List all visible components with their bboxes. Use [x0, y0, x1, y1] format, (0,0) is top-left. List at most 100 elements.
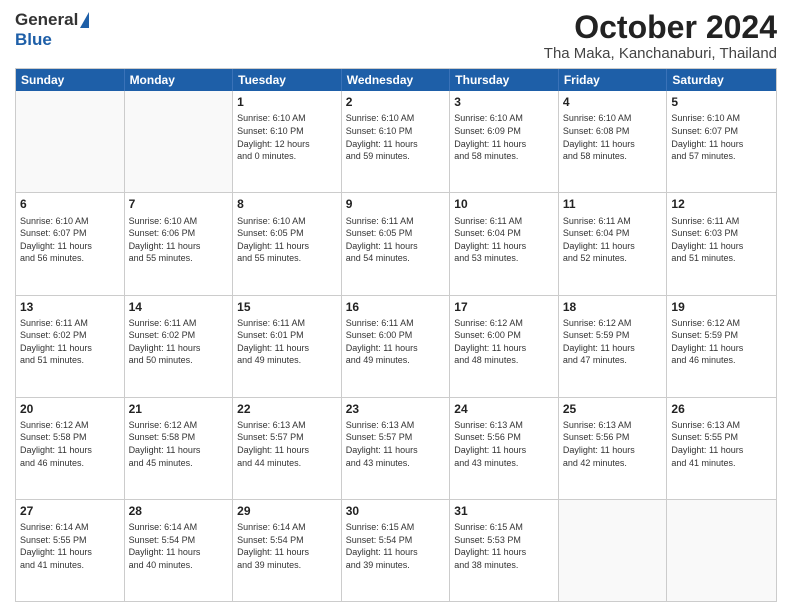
day-number: 20 — [20, 401, 120, 417]
calendar-cell: 26Sunrise: 6:13 AM Sunset: 5:55 PM Dayli… — [667, 398, 776, 499]
day-number: 12 — [671, 196, 772, 212]
day-number: 19 — [671, 299, 772, 315]
calendar-cell: 6 Sunrise: 6:10 AM Sunset: 6:07 PM Daylig… — [16, 193, 125, 294]
calendar-row: 1 Sunrise: 6:10 AM Sunset: 6:10 PM Daylig… — [16, 91, 776, 192]
calendar: SundayMondayTuesdayWednesdayThursdayFrid… — [15, 68, 777, 602]
day-number: 29 — [237, 503, 337, 519]
day-number: 6 — [20, 196, 120, 212]
day-number: 27 — [20, 503, 120, 519]
day-number: 9 — [346, 196, 446, 212]
calendar-cell: 31 Sunrise: 6:15 AM Sunset: 5:53 PM Dayli… — [450, 500, 559, 601]
day-info: Sunrise: 6:10 AM Sunset: 6:07 PM Dayligh… — [20, 215, 120, 265]
day-number: 26 — [671, 401, 772, 417]
calendar-cell: 20 Sunrise: 6:12 AM Sunset: 5:58 PM Dayli… — [16, 398, 125, 499]
day-number: 24 — [454, 401, 554, 417]
day-number: 16 — [346, 299, 446, 315]
calendar-cell: 19 Sunrise: 6:12 AM Sunset: 5:59 PM Dayli… — [667, 296, 776, 397]
day-number: 10 — [454, 196, 554, 212]
day-info: Sunrise: 6:12 AM Sunset: 5:59 PM Dayligh… — [671, 317, 772, 367]
day-info: Sunrise: 6:11 AM Sunset: 6:02 PM Dayligh… — [129, 317, 229, 367]
calendar-cell: 28 Sunrise: 6:14 AM Sunset: 5:54 PM Dayli… — [125, 500, 234, 601]
day-info: Sunrise: 6:14 AM Sunset: 5:55 PM Dayligh… — [20, 521, 120, 571]
day-number: 18 — [563, 299, 663, 315]
weekday-header-wednesday: Wednesday — [342, 69, 451, 91]
weekday-header-monday: Monday — [125, 69, 234, 91]
calendar-row: 13 Sunrise: 6:11 AM Sunset: 6:02 PM Dayli… — [16, 295, 776, 397]
calendar-cell: 1 Sunrise: 6:10 AM Sunset: 6:10 PM Daylig… — [233, 91, 342, 192]
weekday-header-tuesday: Tuesday — [233, 69, 342, 91]
logo: General Blue — [15, 10, 89, 50]
day-info: Sunrise: 6:13 AM Sunset: 5:56 PM Dayligh… — [454, 419, 554, 469]
calendar-cell: 12 Sunrise: 6:11 AM Sunset: 6:03 PM Dayli… — [667, 193, 776, 294]
day-info: Sunrise: 6:12 AM Sunset: 5:58 PM Dayligh… — [129, 419, 229, 469]
day-number: 5 — [671, 94, 772, 110]
day-number: 28 — [129, 503, 229, 519]
calendar-cell: 3Sunrise: 6:10 AM Sunset: 6:09 PM Daylig… — [450, 91, 559, 192]
calendar-cell — [667, 500, 776, 601]
day-info: Sunrise: 6:14 AM Sunset: 5:54 PM Dayligh… — [237, 521, 337, 571]
calendar-row: 6 Sunrise: 6:10 AM Sunset: 6:07 PM Daylig… — [16, 192, 776, 294]
day-info: Sunrise: 6:10 AM Sunset: 6:07 PM Dayligh… — [671, 112, 772, 162]
day-info: Sunrise: 6:13 AM Sunset: 5:56 PM Dayligh… — [563, 419, 663, 469]
day-number: 25 — [563, 401, 663, 417]
calendar-cell: 29 Sunrise: 6:14 AM Sunset: 5:54 PM Dayli… — [233, 500, 342, 601]
weekday-header-thursday: Thursday — [450, 69, 559, 91]
calendar-cell: 21 Sunrise: 6:12 AM Sunset: 5:58 PM Dayli… — [125, 398, 234, 499]
calendar-cell — [16, 91, 125, 192]
day-info: Sunrise: 6:12 AM Sunset: 6:00 PM Dayligh… — [454, 317, 554, 367]
day-info: Sunrise: 6:14 AM Sunset: 5:54 PM Dayligh… — [129, 521, 229, 571]
day-info: Sunrise: 6:11 AM Sunset: 6:04 PM Dayligh… — [563, 215, 663, 265]
day-info: Sunrise: 6:10 AM Sunset: 6:10 PM Dayligh… — [346, 112, 446, 162]
calendar-cell: 17 Sunrise: 6:12 AM Sunset: 6:00 PM Dayli… — [450, 296, 559, 397]
day-info: Sunrise: 6:11 AM Sunset: 6:04 PM Dayligh… — [454, 215, 554, 265]
calendar-row: 20 Sunrise: 6:12 AM Sunset: 5:58 PM Dayli… — [16, 397, 776, 499]
day-number: 1 — [237, 94, 337, 110]
day-info: Sunrise: 6:12 AM Sunset: 5:58 PM Dayligh… — [20, 419, 120, 469]
calendar-cell: 18 Sunrise: 6:12 AM Sunset: 5:59 PM Dayli… — [559, 296, 668, 397]
calendar-cell: 11 Sunrise: 6:11 AM Sunset: 6:04 PM Dayli… — [559, 193, 668, 294]
day-number: 17 — [454, 299, 554, 315]
calendar-cell: 24 Sunrise: 6:13 AM Sunset: 5:56 PM Dayli… — [450, 398, 559, 499]
calendar-cell: 8 Sunrise: 6:10 AM Sunset: 6:05 PM Daylig… — [233, 193, 342, 294]
day-number: 22 — [237, 401, 337, 417]
day-info: Sunrise: 6:11 AM Sunset: 6:00 PM Dayligh… — [346, 317, 446, 367]
calendar-cell: 23 Sunrise: 6:13 AM Sunset: 5:57 PM Dayli… — [342, 398, 451, 499]
calendar-cell: 25 Sunrise: 6:13 AM Sunset: 5:56 PM Dayli… — [559, 398, 668, 499]
day-info: Sunrise: 6:11 AM Sunset: 6:05 PM Dayligh… — [346, 215, 446, 265]
day-info: Sunrise: 6:12 AM Sunset: 5:59 PM Dayligh… — [563, 317, 663, 367]
calendar-cell: 13Sunrise: 6:11 AM Sunset: 6:02 PM Dayli… — [16, 296, 125, 397]
day-number: 13 — [20, 299, 120, 315]
calendar-cell — [125, 91, 234, 192]
day-info: Sunrise: 6:10 AM Sunset: 6:08 PM Dayligh… — [563, 112, 663, 162]
calendar-body: 1 Sunrise: 6:10 AM Sunset: 6:10 PM Daylig… — [16, 91, 776, 601]
calendar-cell: 27 Sunrise: 6:14 AM Sunset: 5:55 PM Dayli… — [16, 500, 125, 601]
day-number: 3 — [454, 94, 554, 110]
day-number: 2 — [346, 94, 446, 110]
day-number: 21 — [129, 401, 229, 417]
day-info: Sunrise: 6:10 AM Sunset: 6:05 PM Dayligh… — [237, 215, 337, 265]
weekday-header-sunday: Sunday — [16, 69, 125, 91]
day-number: 11 — [563, 196, 663, 212]
calendar-cell: 30Sunrise: 6:15 AM Sunset: 5:54 PM Dayli… — [342, 500, 451, 601]
day-number: 14 — [129, 299, 229, 315]
calendar-cell — [559, 500, 668, 601]
day-info: Sunrise: 6:13 AM Sunset: 5:57 PM Dayligh… — [346, 419, 446, 469]
day-info: Sunrise: 6:13 AM Sunset: 5:57 PM Dayligh… — [237, 419, 337, 469]
calendar-cell: 14 Sunrise: 6:11 AM Sunset: 6:02 PM Dayli… — [125, 296, 234, 397]
header: General Blue October 2024 Tha Maka, Kanc… — [15, 10, 777, 62]
day-info: Sunrise: 6:10 AM Sunset: 6:10 PM Dayligh… — [237, 112, 337, 162]
day-number: 8 — [237, 196, 337, 212]
day-number: 15 — [237, 299, 337, 315]
page: General Blue October 2024 Tha Maka, Kanc… — [0, 0, 792, 612]
weekday-header-friday: Friday — [559, 69, 668, 91]
day-info: Sunrise: 6:15 AM Sunset: 5:53 PM Dayligh… — [454, 521, 554, 571]
day-number: 7 — [129, 196, 229, 212]
day-number: 31 — [454, 503, 554, 519]
day-number: 4 — [563, 94, 663, 110]
calendar-row: 27 Sunrise: 6:14 AM Sunset: 5:55 PM Dayli… — [16, 499, 776, 601]
logo-general: General — [15, 10, 78, 30]
calendar-cell: 16 Sunrise: 6:11 AM Sunset: 6:00 PM Dayli… — [342, 296, 451, 397]
calendar-cell: 2 Sunrise: 6:10 AM Sunset: 6:10 PM Daylig… — [342, 91, 451, 192]
day-number: 23 — [346, 401, 446, 417]
day-info: Sunrise: 6:11 AM Sunset: 6:03 PM Dayligh… — [671, 215, 772, 265]
